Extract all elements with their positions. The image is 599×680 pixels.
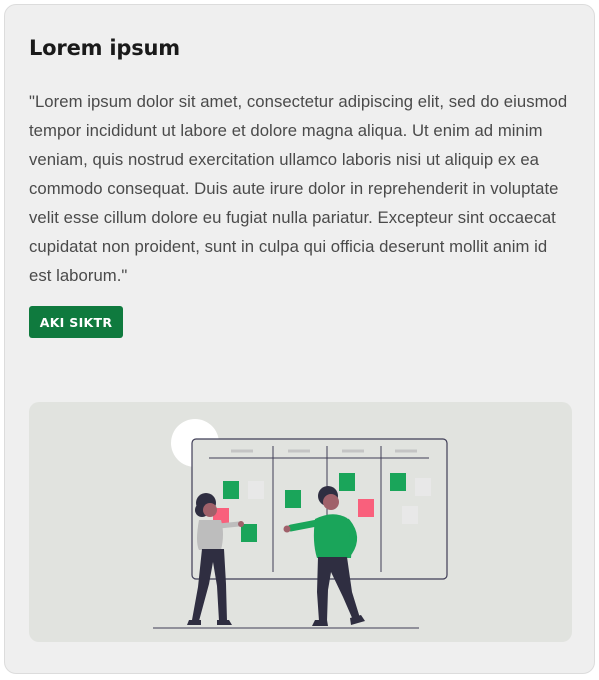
sticky-note	[402, 506, 418, 524]
sticky-note	[358, 499, 374, 517]
sticky-note	[241, 524, 257, 542]
sticky-note	[223, 481, 239, 499]
primary-action-button[interactable]: AKI SIKTR	[29, 306, 123, 338]
content-card: Lorem ipsum "Lorem ipsum dolor sit amet,…	[4, 4, 595, 674]
illustration-svg	[153, 419, 448, 629]
sticky-note	[248, 481, 264, 499]
team-planning-illustration	[29, 402, 572, 642]
sticky-note	[390, 473, 406, 491]
sticky-note	[415, 478, 431, 496]
sticky-note	[285, 490, 301, 508]
sticky-note	[339, 473, 355, 491]
card-title: Lorem ipsum	[29, 36, 180, 60]
card-body-text: "Lorem ipsum dolor sit amet, consectetur…	[29, 92, 568, 285]
